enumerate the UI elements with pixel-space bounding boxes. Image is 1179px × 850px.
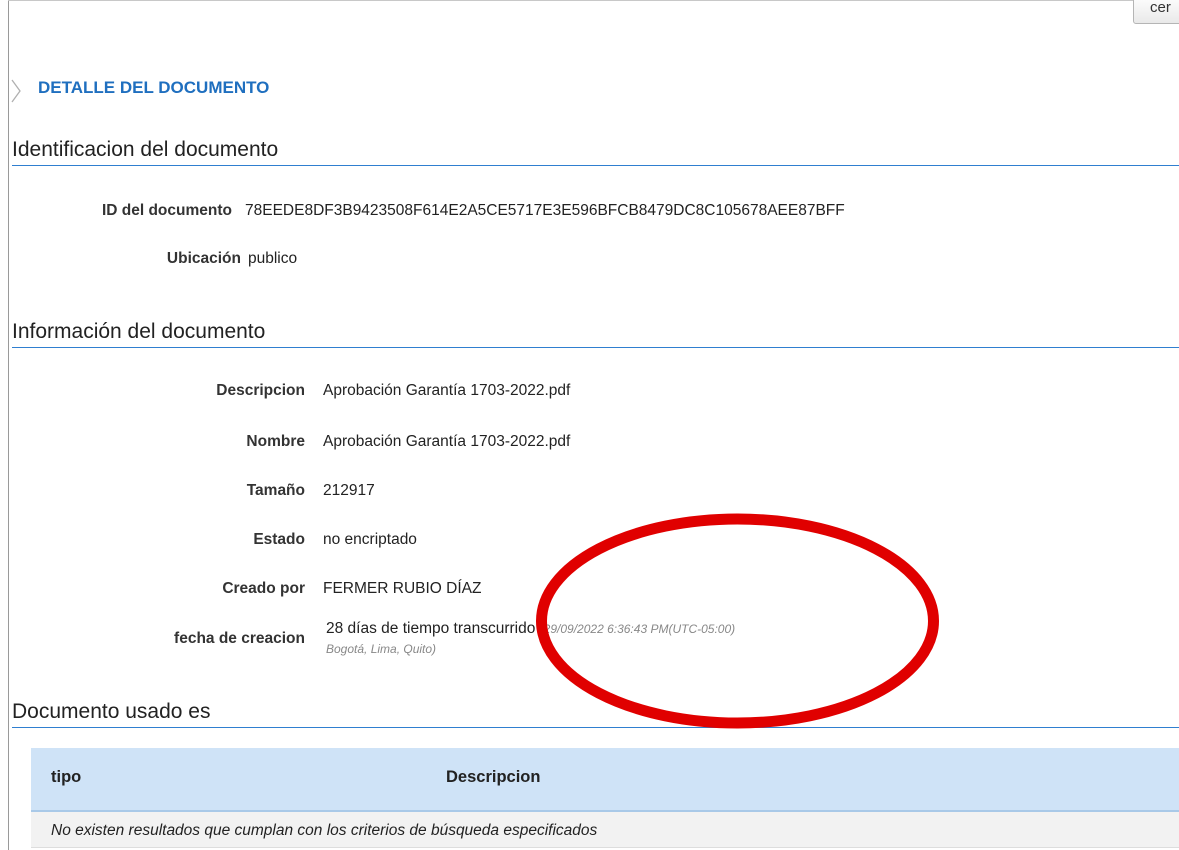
- creation-date-value: 28 días de tiempo transcurrido (29/09/20…: [326, 620, 735, 638]
- size-value: 212917: [323, 482, 375, 499]
- usage-table: tipo Descripcion No existen resultados q…: [31, 748, 1179, 848]
- size-label: Tamaño: [246, 482, 305, 499]
- table-header: tipo Descripcion: [31, 748, 1179, 812]
- column-header-tipo[interactable]: tipo: [51, 768, 81, 787]
- column-header-descripcion[interactable]: Descripcion: [446, 768, 540, 787]
- name-label: Nombre: [246, 433, 305, 450]
- section-title-information: Información del documento: [12, 320, 1179, 348]
- creation-date-elapsed: 28 días de tiempo transcurrido: [326, 620, 536, 637]
- page-heading: DETALLE DEL DOCUMENTO: [38, 78, 270, 97]
- description-value: Aprobación Garantía 1703-2022.pdf: [323, 382, 571, 399]
- name-value: Aprobación Garantía 1703-2022.pdf: [323, 433, 571, 450]
- content-frame-top-border: [8, 0, 1179, 1]
- section-title-identification: Identificacion del documento: [12, 138, 1179, 166]
- id-label: ID del documento: [101, 202, 232, 219]
- status-label: Estado: [253, 531, 305, 548]
- created-by-label: Creado por: [222, 580, 305, 597]
- location-label: Ubicación: [166, 250, 241, 267]
- content-frame-left-border: [8, 0, 9, 850]
- table-empty-message: No existen resultados que cumplan con lo…: [31, 812, 1179, 848]
- creation-date-label: fecha de creacion: [174, 630, 305, 647]
- created-by-value: FERMER RUBIO DÍAZ: [323, 580, 482, 597]
- id-value: 78EEDE8DF3B9423508F614E2A5CE5717E3E596BF…: [245, 202, 845, 219]
- top-right-button[interactable]: cer: [1133, 0, 1179, 24]
- section-title-usage: Documento usado es: [12, 700, 1179, 728]
- status-value: no encriptado: [323, 531, 417, 548]
- chevron-right-icon: [11, 79, 21, 103]
- creation-date-timestamp: (29/09/2022 6:36:43 PM(UTC-05:00): [539, 622, 736, 636]
- description-label: Descripcion: [216, 382, 305, 399]
- location-value: publico: [248, 250, 298, 267]
- creation-date-timezone: Bogotá, Lima, Quito): [326, 642, 437, 656]
